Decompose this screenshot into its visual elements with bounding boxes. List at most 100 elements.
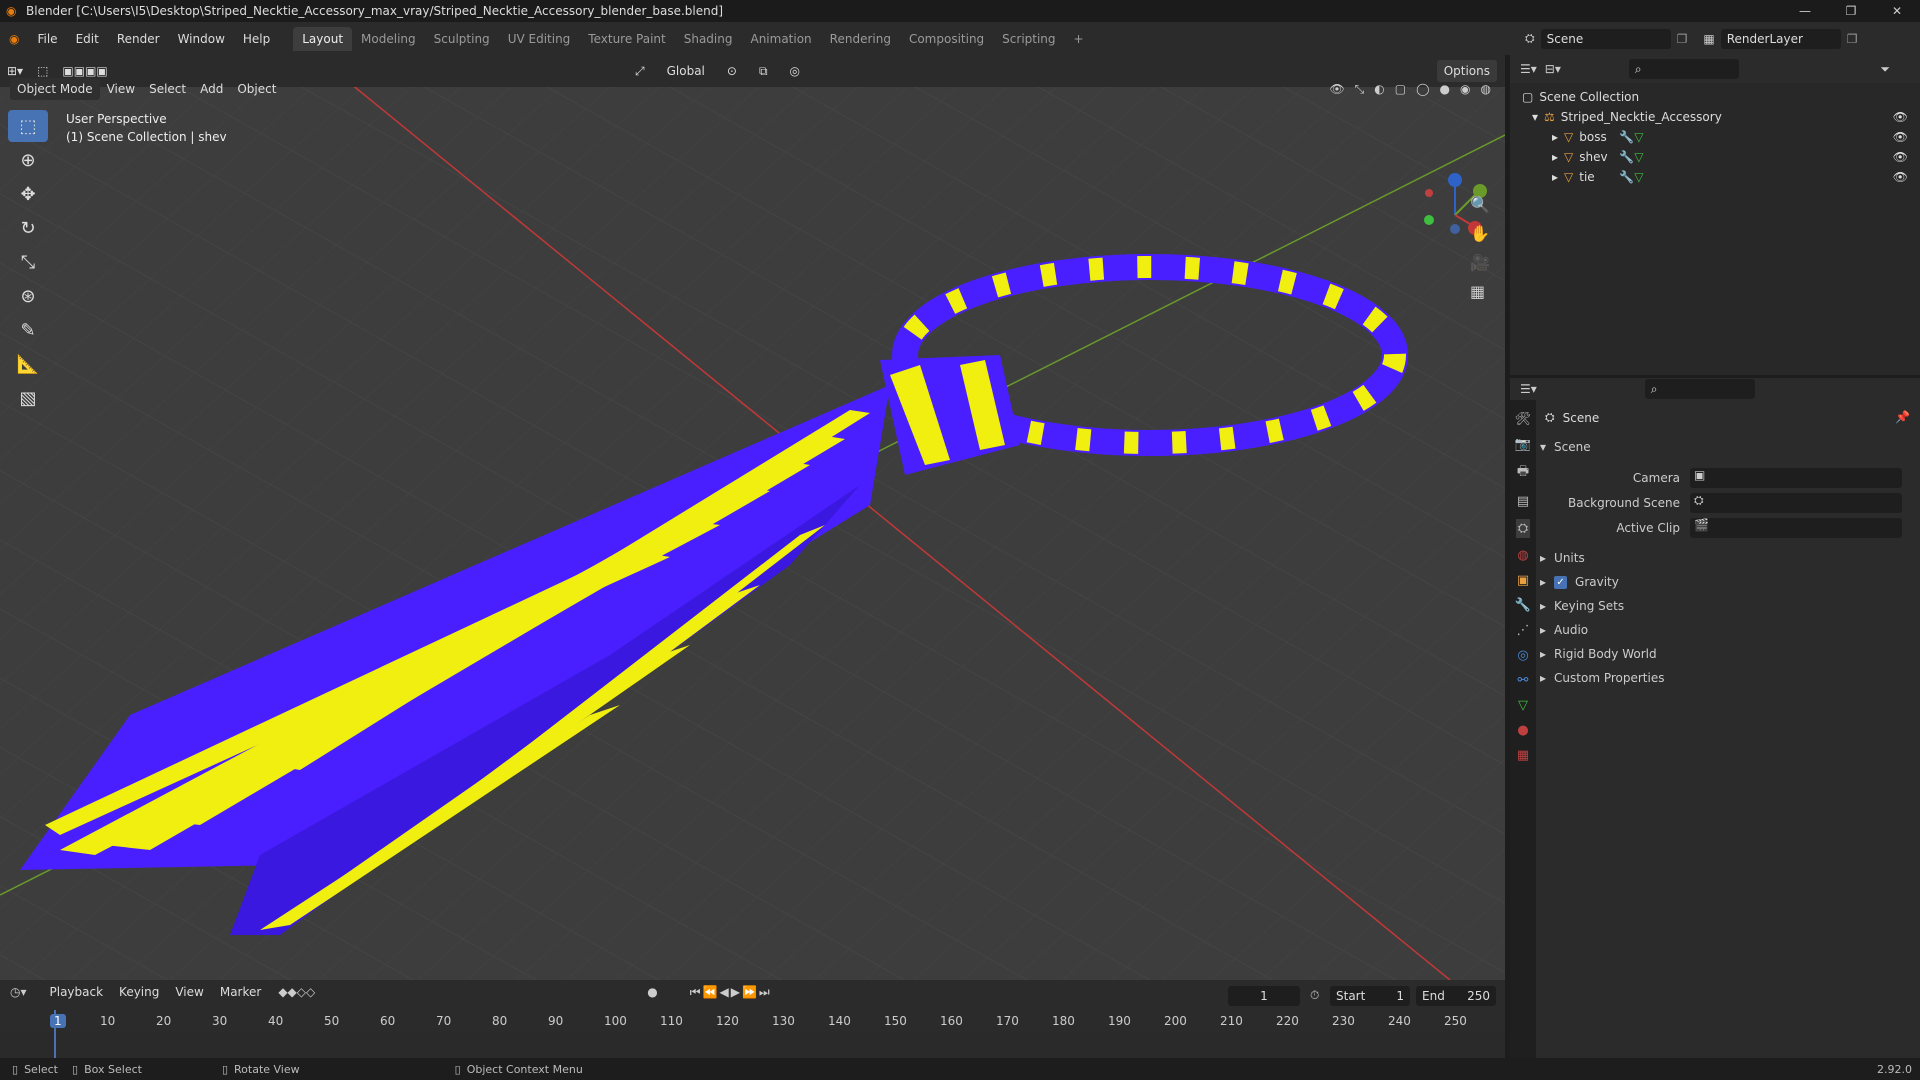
wireframe-shading-icon[interactable]: ◯ <box>1416 82 1429 97</box>
physics-tab-icon[interactable]: ◎ <box>1517 648 1528 663</box>
tool-tab-icon[interactable]: 🛠 <box>1515 412 1532 427</box>
properties-search-input[interactable]: ⌕ <box>1644 379 1755 399</box>
constraints-tab-icon[interactable]: ⚯ <box>1518 673 1529 688</box>
tab-shading[interactable]: Shading <box>675 27 742 51</box>
camera-view-icon[interactable]: 🎥 <box>1470 253 1490 272</box>
transform-orientation[interactable]: Global <box>660 64 712 78</box>
proportional-edit-icon[interactable]: ◎ <box>783 64 807 78</box>
expand-arrow-icon[interactable]: ▸ <box>1552 170 1558 184</box>
ortho-grid-icon[interactable]: ▦ <box>1470 282 1490 301</box>
camera-field[interactable]: ▣ <box>1690 468 1902 488</box>
jump-end-icon[interactable]: ⏭ <box>759 985 770 1000</box>
add-workspace-icon[interactable]: + <box>1065 27 1093 51</box>
pan-hand-icon[interactable]: ✋ <box>1470 224 1490 243</box>
custom-properties-panel-header[interactable]: ▸ Custom Properties <box>1540 671 1664 685</box>
world-tab-icon[interactable]: ◍ <box>1517 548 1528 563</box>
modifier-tab-icon[interactable]: 🔧 <box>1515 598 1531 613</box>
outliner-editor-icon[interactable]: ☰▾ <box>1520 62 1537 76</box>
tab-scripting[interactable]: Scripting <box>993 27 1064 51</box>
eye-icon[interactable]: 👁 <box>1893 150 1908 164</box>
keying-sets-panel-header[interactable]: ▸ Keying Sets <box>1540 599 1624 613</box>
select-tool-icon[interactable]: ⬚ <box>30 64 55 78</box>
tab-layout[interactable]: Layout <box>293 26 353 51</box>
menu-view[interactable]: View <box>100 82 142 96</box>
particles-tab-icon[interactable]: ⋰ <box>1517 623 1530 638</box>
scale-tool-icon[interactable]: ⤡ <box>8 246 48 278</box>
tab-sculpting[interactable]: Sculpting <box>425 27 499 51</box>
measure-tool-icon[interactable]: 📐 <box>8 348 48 380</box>
collapse-arrow-icon[interactable]: ▸ <box>1540 599 1546 613</box>
active-clip-field[interactable]: 🎬 <box>1690 518 1902 538</box>
jump-start-icon[interactable]: ⏮ <box>690 985 701 1000</box>
scene-collection-row[interactable]: ▢ Scene Collection <box>1522 87 1920 107</box>
tab-texture-paint[interactable]: Texture Paint <box>579 27 674 51</box>
eye-icon[interactable]: 👁 <box>1893 110 1908 124</box>
object-tab-icon[interactable]: ▣ <box>1517 573 1529 588</box>
mesh-data-icon[interactable]: ▽ <box>1634 150 1643 164</box>
gravity-checkbox[interactable]: ✓ <box>1554 575 1568 589</box>
gravity-panel-header[interactable]: ▸ ✓ Gravity <box>1540 575 1619 589</box>
add-cube-tool-icon[interactable]: ▧ <box>8 382 48 414</box>
collection-row[interactable]: ▾ ⚖ Striped_Necktie_Accessory 👁 <box>1522 107 1920 127</box>
maximize-button[interactable]: ❐ <box>1828 0 1874 22</box>
3d-viewport[interactable] <box>0 55 1505 980</box>
collapse-arrow-icon[interactable]: ▸ <box>1540 671 1546 685</box>
timeline-scrubber-area[interactable] <box>0 1032 1505 1058</box>
scene-panel-header[interactable]: ▾ Scene <box>1540 440 1591 454</box>
solid-shading-icon[interactable]: ● <box>1440 82 1450 97</box>
keyframe-icons[interactable]: ◆◆◇◇ <box>278 985 315 999</box>
units-panel-header[interactable]: ▸ Units <box>1540 551 1585 565</box>
render-layer-field[interactable]: RenderLayer <box>1720 28 1841 49</box>
minimize-button[interactable]: — <box>1782 0 1828 22</box>
properties-editor-icon[interactable]: ☰▾ <box>1520 382 1537 396</box>
eye-icon[interactable]: 👁 <box>1893 130 1908 144</box>
visibility-icon[interactable]: 👁 <box>1329 82 1344 97</box>
current-frame-field[interactable]: 1 <box>1228 986 1300 1006</box>
modifier-icon[interactable]: 🔧 <box>1619 170 1634 184</box>
menu-timeline-view[interactable]: View <box>168 985 210 999</box>
collapse-arrow-icon[interactable]: ▸ <box>1540 623 1546 637</box>
menu-render[interactable]: Render <box>108 32 169 46</box>
zoom-icon[interactable]: 🔍 <box>1470 195 1490 214</box>
timeline-editor-icon[interactable]: ◷▾ <box>10 985 27 999</box>
tab-animation[interactable]: Animation <box>741 27 820 51</box>
filter-icon[interactable]: ⏷ <box>1880 62 1890 77</box>
gizmo-icon[interactable]: ⤡ <box>1355 82 1365 97</box>
material-shading-icon[interactable]: ◉ <box>1460 82 1470 97</box>
mesh-data-icon[interactable]: ▽ <box>1634 130 1643 144</box>
xray-icon[interactable]: ▢ <box>1395 82 1406 97</box>
new-scene-icon[interactable]: ❐ <box>1677 32 1688 46</box>
viewport-canvas[interactable] <box>0 55 1505 980</box>
annotate-tool-icon[interactable]: ✎ <box>8 314 48 346</box>
material-tab-icon[interactable]: ● <box>1517 723 1528 738</box>
display-mode-icon[interactable]: ⊟▾ <box>1545 62 1561 76</box>
expand-arrow-icon[interactable]: ▸ <box>1552 130 1558 144</box>
object-row-tie[interactable]: ▸ ▽ tie 🔧 ▽ 👁 <box>1522 167 1920 187</box>
modifier-icon[interactable]: 🔧 <box>1619 150 1634 164</box>
object-mode-dropdown[interactable]: Object Mode <box>10 78 100 100</box>
move-tool-icon[interactable]: ✥ <box>8 178 48 210</box>
background-scene-field[interactable]: ⛭ <box>1690 493 1902 513</box>
tab-uv-editing[interactable]: UV Editing <box>499 27 580 51</box>
blender-menu-icon[interactable]: ◉ <box>0 32 28 46</box>
menu-object[interactable]: Object <box>230 82 283 96</box>
menu-file[interactable]: File <box>28 32 66 46</box>
start-frame-field[interactable]: Start 1 <box>1330 986 1410 1006</box>
rendered-shading-icon[interactable]: ◍ <box>1481 82 1491 97</box>
cursor-tool-icon[interactable]: ⊕ <box>8 144 48 176</box>
menu-keying[interactable]: Keying <box>112 985 166 999</box>
overlays-icon[interactable]: ◐ <box>1374 82 1384 97</box>
data-tab-icon[interactable]: ▽ <box>1518 698 1528 713</box>
eye-icon[interactable]: 👁 <box>1893 170 1908 184</box>
next-key-icon[interactable]: ⏩ <box>742 985 757 999</box>
select-box-tool-icon[interactable]: ⬚ <box>8 110 48 142</box>
menu-select[interactable]: Select <box>142 82 193 96</box>
render-tab-icon[interactable]: 📷 <box>1515 437 1531 452</box>
expand-arrow-icon[interactable]: ▾ <box>1540 440 1546 454</box>
mesh-data-icon[interactable]: ▽ <box>1634 170 1643 184</box>
texture-tab-icon[interactable]: ▦ <box>1517 748 1529 763</box>
object-row-boss[interactable]: ▸ ▽ boss 🔧 ▽ 👁 <box>1522 127 1920 147</box>
select-mode-icons[interactable]: ▣▣▣▣ <box>55 64 114 78</box>
play-icon[interactable]: ▶ <box>731 985 740 999</box>
close-button[interactable]: ✕ <box>1874 0 1920 22</box>
